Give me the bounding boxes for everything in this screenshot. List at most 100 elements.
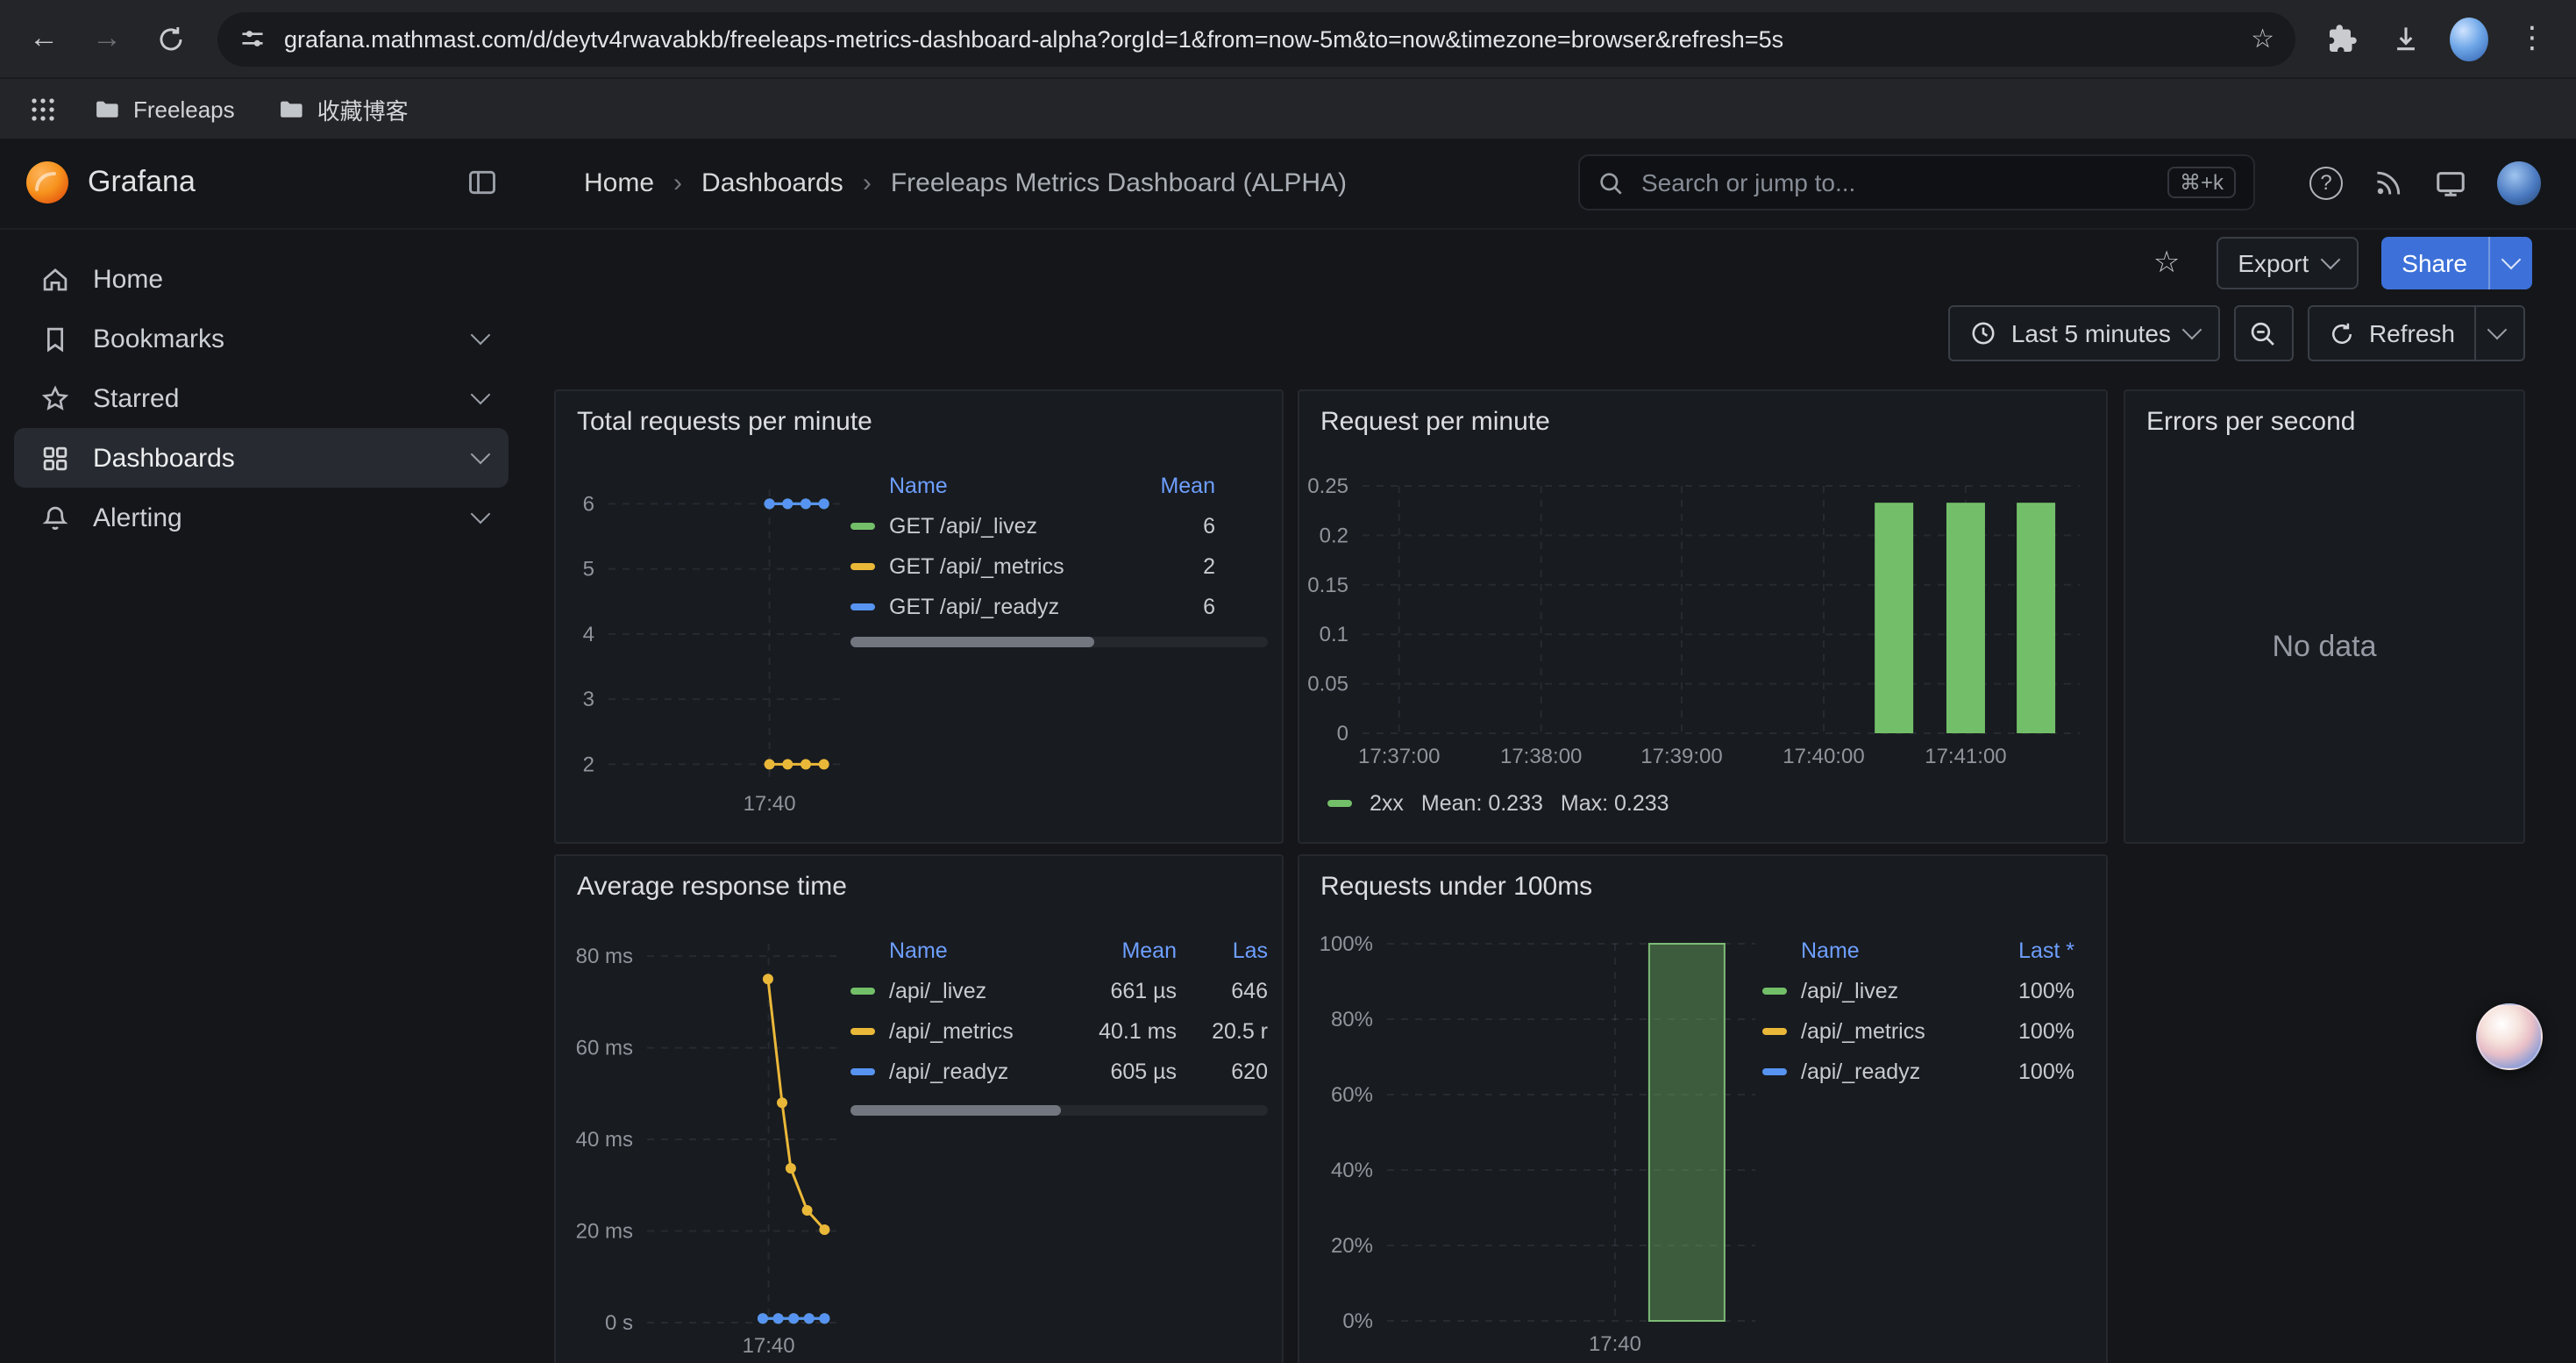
legend-scrollbar[interactable] — [850, 1105, 1268, 1116]
time-range-picker[interactable]: Last 5 minutes — [1948, 305, 2220, 361]
no-data-message: No data — [2125, 630, 2523, 665]
sidebar-item-dashboards[interactable]: Dashboards — [14, 428, 509, 488]
legend-row[interactable]: /api/_metrics 40.1 ms 20.5 r — [850, 1010, 1268, 1051]
scrollbar-thumb[interactable] — [850, 637, 1094, 647]
legend-sort-name[interactable]: Name — [889, 938, 1068, 962]
legend-row[interactable]: 2xx Mean: 0.233 Max: 0.233 — [1327, 791, 1669, 816]
site-settings-icon[interactable] — [238, 25, 267, 53]
news-button[interactable] — [2373, 167, 2404, 198]
zoom-out-button[interactable] — [2234, 305, 2294, 361]
series-mean: 40.1 ms — [1068, 1018, 1177, 1043]
sidebar-item-home[interactable]: Home — [14, 249, 509, 309]
legend-sort-last[interactable]: Las — [1177, 938, 1268, 962]
monitor-icon — [2434, 166, 2467, 199]
back-button[interactable]: ← — [14, 11, 74, 67]
url-text: grafana.mathmast.com/d/deytv4rwavabkb/fr… — [284, 25, 2233, 52]
legend-sort-mean[interactable]: Mean — [1128, 473, 1215, 497]
breadcrumb-home[interactable]: Home — [584, 168, 654, 197]
apps-grid-icon[interactable] — [18, 81, 67, 137]
legend-row[interactable]: /api/_readyz 605 µs 620 — [850, 1051, 1268, 1091]
legend-row[interactable]: /api/_livez 100% — [1762, 970, 2074, 1010]
sidebar-item-label: Home — [93, 264, 163, 294]
refresh-button[interactable]: Refresh — [2308, 305, 2525, 361]
browser-menu-icon[interactable]: ⋮ — [2502, 11, 2562, 67]
legend-row[interactable]: /api/_readyz 100% — [1762, 1051, 2074, 1091]
bookmark-folder-blog[interactable]: 收藏博客 — [261, 85, 424, 132]
series-name[interactable]: GET /api/_readyz — [889, 594, 1128, 618]
favorite-dashboard-icon[interactable]: ☆ — [2153, 246, 2181, 281]
zoom-out-icon — [2249, 318, 2279, 348]
legend-sort-name[interactable]: Name — [1801, 938, 1980, 962]
screen: ← → grafana.mathmast.com/d/deytv4rwavabk… — [0, 0, 2576, 1363]
breadcrumb-separator-icon: › — [863, 168, 872, 197]
kiosk-mode-button[interactable] — [2434, 166, 2467, 199]
floating-assistant-avatar[interactable] — [2476, 1003, 2543, 1070]
sidebar-nav: Home Bookmarks Starred — [0, 228, 523, 547]
scrollbar-thumb[interactable] — [850, 1105, 1061, 1116]
legend-row[interactable]: /api/_metrics 100% — [1762, 1010, 2074, 1051]
breadcrumb-dashboards[interactable]: Dashboards — [701, 168, 843, 197]
grafana-app: Home › Dashboards › Freeleaps Metrics Da… — [0, 137, 2576, 1363]
legend-table: Name Mean GET /api/_livez 6 GET /api/_me… — [850, 465, 1215, 626]
legend-row[interactable]: /api/_livez 661 µs 646 — [850, 970, 1268, 1010]
series-name[interactable]: /api/_readyz — [1801, 1059, 1980, 1083]
refresh-icon — [2329, 320, 2355, 346]
panel-title[interactable]: Errors per second — [2146, 407, 2355, 437]
series-name[interactable]: /api/_readyz — [889, 1059, 1068, 1083]
svg-text:17:41:00: 17:41:00 — [1925, 745, 2006, 768]
sidebar-item-alerting[interactable]: Alerting — [14, 488, 509, 547]
legend-header-row: Name Mean Las — [850, 930, 1268, 970]
panel-errors-per-second: Errors per second No data — [2124, 389, 2525, 844]
legend-row[interactable]: GET /api/_readyz 6 — [850, 586, 1215, 626]
dock-panel-icon — [466, 167, 498, 198]
svg-text:17:38:00: 17:38:00 — [1500, 745, 1582, 768]
share-button[interactable]: Share — [2380, 237, 2488, 289]
svg-text:6: 6 — [583, 492, 594, 516]
sidebar-item-starred[interactable]: Starred — [14, 368, 509, 428]
browser-profile-avatar[interactable] — [2439, 11, 2499, 67]
grafana-brand: Grafana — [88, 165, 196, 200]
sidebar-item-bookmarks[interactable]: Bookmarks — [14, 309, 509, 368]
extensions-icon[interactable] — [2313, 11, 2373, 67]
series-name[interactable]: GET /api/_metrics — [889, 553, 1128, 578]
series-name[interactable]: /api/_livez — [1801, 978, 1980, 1003]
series-name[interactable]: /api/_metrics — [889, 1018, 1068, 1043]
chevron-down-icon[interactable] — [2487, 320, 2508, 340]
svg-text:17:40: 17:40 — [743, 1334, 795, 1358]
breadcrumb-separator-icon: › — [673, 168, 682, 197]
svg-text:0%: 0% — [1342, 1309, 1373, 1333]
series-name[interactable]: /api/_metrics — [1801, 1018, 1980, 1043]
svg-text:100%: 100% — [1320, 932, 1373, 956]
svg-text:60 ms: 60 ms — [576, 1037, 633, 1060]
bookmarks-bar: Freeleaps 收藏博客 — [0, 77, 2576, 139]
button-divider — [2474, 307, 2476, 360]
bar-chart: 0.250.20.150.10.05017:37:0017:38:0017:39… — [1299, 391, 2106, 842]
breadcrumb-current-dashboard: Freeleaps Metrics Dashboard (ALPHA) — [891, 168, 1347, 197]
series-name[interactable]: /api/_livez — [889, 978, 1068, 1003]
legend-sort-name[interactable]: Name — [889, 473, 1128, 497]
help-button[interactable]: ? — [2309, 166, 2343, 199]
search-box[interactable]: ⌘+k — [1578, 154, 2255, 211]
bookmark-star-icon[interactable]: ☆ — [2251, 23, 2274, 54]
reload-button[interactable] — [140, 11, 200, 67]
collapse-sidebar-button[interactable] — [466, 167, 498, 198]
legend-row[interactable]: GET /api/_metrics 2 — [850, 546, 1215, 586]
series-name[interactable]: GET /api/_livez — [889, 513, 1128, 538]
svg-text:4: 4 — [583, 623, 594, 646]
user-avatar-button[interactable] — [2497, 161, 2541, 204]
legend-scrollbar[interactable] — [850, 637, 1268, 647]
legend-header-row: Name Last * — [1762, 930, 2074, 970]
export-button[interactable]: Export — [2217, 237, 2358, 289]
legend-sort-mean[interactable]: Mean — [1068, 938, 1177, 962]
search-input[interactable] — [1638, 167, 2153, 198]
url-bar[interactable]: grafana.mathmast.com/d/deytv4rwavabkb/fr… — [217, 11, 2295, 66]
forward-button[interactable]: → — [77, 11, 137, 67]
grafana-logo[interactable] — [25, 160, 70, 205]
series-name[interactable]: 2xx — [1370, 791, 1404, 816]
downloads-icon[interactable] — [2376, 11, 2436, 67]
legend-swatch-spacer — [850, 482, 875, 489]
bookmark-folder-freeleaps[interactable]: Freeleaps — [77, 89, 251, 129]
legend-row[interactable]: GET /api/_livez 6 — [850, 505, 1215, 546]
legend-sort-last[interactable]: Last * — [1980, 938, 2074, 962]
share-menu-button[interactable] — [2488, 237, 2532, 289]
